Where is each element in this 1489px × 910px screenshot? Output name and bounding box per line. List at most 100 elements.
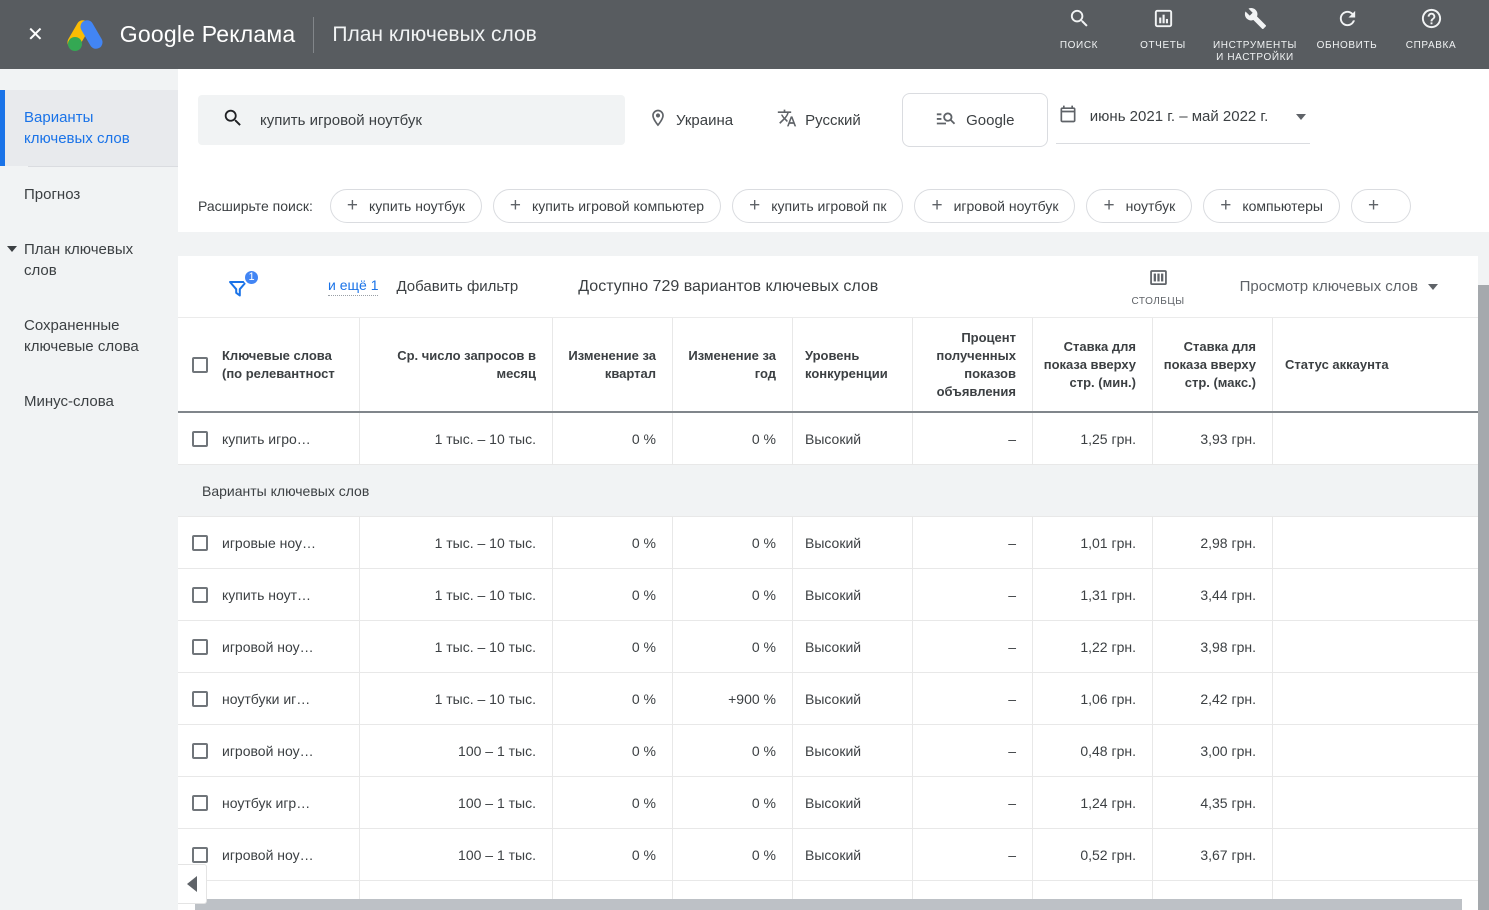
cell-qoq-change: 0 % bbox=[553, 413, 673, 464]
chevron-down-icon bbox=[7, 246, 17, 252]
language-value: Русский bbox=[805, 112, 861, 129]
table-row[interactable]: игровые ноу… 1 тыс. – 10 тыс. 0 % 0 % Вы… bbox=[178, 517, 1478, 569]
keyword-chip[interactable]: + ноутбук bbox=[1086, 189, 1192, 223]
cell-impression-share: – bbox=[913, 413, 1033, 464]
cell-avg-searches: 1 тыс. – 10 тыс. bbox=[360, 673, 553, 724]
search-row: купить игровой ноутбук Украина Русский G… bbox=[198, 93, 1489, 147]
table-section-row: Варианты ключевых слов bbox=[178, 465, 1478, 517]
cell-top-bid-low: 1,25 грн. bbox=[1033, 413, 1153, 464]
chip-label: игровой ноутбук bbox=[954, 198, 1059, 214]
cell-qoq-change: 0 % bbox=[553, 569, 673, 620]
row-checkbox[interactable] bbox=[192, 691, 208, 707]
table-row[interactable]: ноутбук игр… 100 – 1 тыс. 0 % 0 % Высоки… bbox=[178, 777, 1478, 829]
table-row[interactable]: игровой ноу… 1 тыс. – 10 тыс. 0 % 0 % Вы… bbox=[178, 621, 1478, 673]
cell-qoq-change: 0 % bbox=[553, 673, 673, 724]
columns-button[interactable]: СТОЛБЦЫ bbox=[1132, 267, 1185, 307]
sidebar-item-negative-keywords[interactable]: Минус-слова bbox=[0, 374, 178, 429]
keyword-chip[interactable]: +купить игровой пк bbox=[732, 189, 903, 223]
help-button-label: СПРАВКА bbox=[1406, 40, 1456, 52]
location-selector[interactable]: Украина bbox=[648, 108, 733, 132]
cell-account-status bbox=[1273, 673, 1478, 724]
cell-avg-searches: 100 – 1 тыс. bbox=[360, 725, 553, 776]
sidebar-item-forecast[interactable]: Прогноз bbox=[0, 167, 178, 222]
select-all-checkbox[interactable] bbox=[192, 357, 208, 373]
cell-top-bid-low: 1,06 грн. bbox=[1033, 673, 1153, 724]
column-header-top-bid-high[interactable]: Ставка для показа вверху стр. (макс.) bbox=[1153, 318, 1273, 411]
more-filters-link[interactable]: и ещё 1 bbox=[328, 277, 378, 296]
cell-keyword: игровой ноу… bbox=[222, 725, 360, 776]
table-row[interactable]: ноутбуки иг… 1 тыс. – 10 тыс. 0 % +900 %… bbox=[178, 673, 1478, 725]
cell-top-bid-low: 1,31 грн. bbox=[1033, 569, 1153, 620]
reports-button[interactable]: ОТЧЕТЫ bbox=[1121, 5, 1205, 52]
sidebar-item-label: Минус-слова bbox=[24, 393, 114, 410]
column-header-account-status[interactable]: Статус аккаунта bbox=[1273, 318, 1478, 411]
cell-top-bid-low: 0,48 грн. bbox=[1033, 725, 1153, 776]
keyword-chip[interactable]: +купить игровой компьютер bbox=[493, 189, 721, 223]
help-button[interactable]: СПРАВКА bbox=[1389, 5, 1473, 52]
section-label: Варианты ключевых слов bbox=[202, 483, 369, 499]
keyword-chip[interactable]: +игровой ноутбук bbox=[914, 189, 1075, 223]
column-header-impression-share[interactable]: Процент полученных показов объявления bbox=[913, 318, 1033, 411]
topbar-divider bbox=[313, 17, 314, 53]
plus-icon: + bbox=[1220, 195, 1231, 217]
row-checkbox[interactable] bbox=[192, 431, 208, 447]
cell-yoy-change: 0 % bbox=[673, 829, 793, 880]
table-body: купить игро… 1 тыс. – 10 тыс. 0 % 0 % Вы… bbox=[178, 413, 1489, 881]
row-checkbox[interactable] bbox=[192, 795, 208, 811]
chip-label: ноутбук bbox=[1126, 198, 1176, 214]
search-button[interactable]: ПОИСК bbox=[1037, 5, 1121, 52]
close-icon[interactable]: ✕ bbox=[27, 25, 44, 45]
keyword-chip[interactable]: +купить ноутбук bbox=[330, 189, 482, 223]
chevron-down-icon bbox=[1428, 284, 1438, 290]
view-selector[interactable]: Просмотр ключевых слов bbox=[1240, 278, 1438, 295]
scroll-left-button[interactable] bbox=[178, 864, 207, 904]
network-selector[interactable]: Google bbox=[902, 93, 1048, 147]
cell-competition: Высокий bbox=[793, 829, 913, 880]
cell-impression-share: – bbox=[913, 829, 1033, 880]
cell-impression-share: – bbox=[913, 777, 1033, 828]
columns-icon bbox=[1148, 267, 1169, 293]
row-checkbox[interactable] bbox=[192, 743, 208, 759]
cell-competition: Высокий bbox=[793, 777, 913, 828]
filter-button[interactable]: 1 bbox=[226, 273, 252, 301]
plus-icon: + bbox=[1103, 195, 1114, 217]
refresh-button[interactable]: ОБНОВИТЬ bbox=[1305, 5, 1389, 52]
sidebar-item-saved-keywords[interactable]: Сохраненные ключевые слова bbox=[0, 298, 178, 374]
column-header-avg-searches[interactable]: Ср. число запросов в месяц bbox=[360, 318, 553, 411]
tools-button[interactable]: ИНСТРУМЕНТЫ И НАСТРОЙКИ bbox=[1205, 5, 1305, 64]
expand-search-label: Расширьте поиск: bbox=[198, 198, 313, 214]
add-filter-button[interactable]: Добавить фильтр bbox=[396, 278, 518, 295]
row-checkbox[interactable] bbox=[192, 535, 208, 551]
tools-icon bbox=[1244, 7, 1267, 35]
column-header-yoy-change[interactable]: Изменение за год bbox=[673, 318, 793, 411]
table-toolbar: 1 и ещё 1 Добавить фильтр Доступно 729 в… bbox=[178, 256, 1478, 318]
cell-top-bid-high: 3,93 грн. bbox=[1153, 413, 1273, 464]
table-row[interactable]: игровой ноу… 100 – 1 тыс. 0 % 0 % Высоки… bbox=[178, 829, 1478, 881]
language-selector[interactable]: Русский bbox=[777, 108, 861, 132]
cell-qoq-change: 0 % bbox=[553, 725, 673, 776]
keyword-search-input[interactable]: купить игровой ноутбук bbox=[198, 95, 625, 145]
column-header-qoq-change[interactable]: Изменение за квартал bbox=[553, 318, 673, 411]
column-header-top-bid-low[interactable]: Ставка для показа вверху стр. (мин.) bbox=[1033, 318, 1153, 411]
cell-account-status bbox=[1273, 777, 1478, 828]
column-header-keywords[interactable]: Ключевые слова (по релевантност bbox=[222, 318, 360, 411]
table-row[interactable]: игровой ноу… 100 – 1 тыс. 0 % 0 % Высоки… bbox=[178, 725, 1478, 777]
search-panel: купить игровой ноутбук Украина Русский G… bbox=[178, 69, 1489, 232]
cell-keyword: игровой ноу… bbox=[222, 621, 360, 672]
keyword-chip[interactable]: +компьютеры bbox=[1203, 189, 1340, 223]
keyword-chip-partial[interactable]: + bbox=[1351, 189, 1411, 223]
horizontal-scrollbar-thumb[interactable] bbox=[195, 899, 1462, 910]
cell-keyword: купить ноут… bbox=[222, 569, 360, 620]
vertical-scrollbar-thumb[interactable] bbox=[1478, 285, 1489, 910]
help-icon bbox=[1420, 7, 1443, 35]
table-row[interactable]: купить ноут… 1 тыс. – 10 тыс. 0 % 0 % Вы… bbox=[178, 569, 1478, 621]
sidebar-item-keyword-plan[interactable]: План ключевых слов bbox=[0, 222, 178, 298]
table-row[interactable]: купить игро… 1 тыс. – 10 тыс. 0 % 0 % Вы… bbox=[178, 413, 1478, 465]
column-header-competition[interactable]: Уровень конкуренции bbox=[793, 318, 913, 411]
date-range-selector[interactable]: июнь 2021 г. – май 2022 г. bbox=[1056, 96, 1310, 144]
row-checkbox[interactable] bbox=[192, 639, 208, 655]
topbar-actions: ПОИСК ОТЧЕТЫ ИНСТРУМЕНТЫ И НАСТРОЙКИ ОБН… bbox=[1037, 5, 1489, 64]
sidebar-item-keyword-ideas[interactable]: Варианты ключевых слов bbox=[0, 90, 178, 166]
row-checkbox[interactable] bbox=[192, 587, 208, 603]
row-checkbox[interactable] bbox=[192, 847, 208, 863]
